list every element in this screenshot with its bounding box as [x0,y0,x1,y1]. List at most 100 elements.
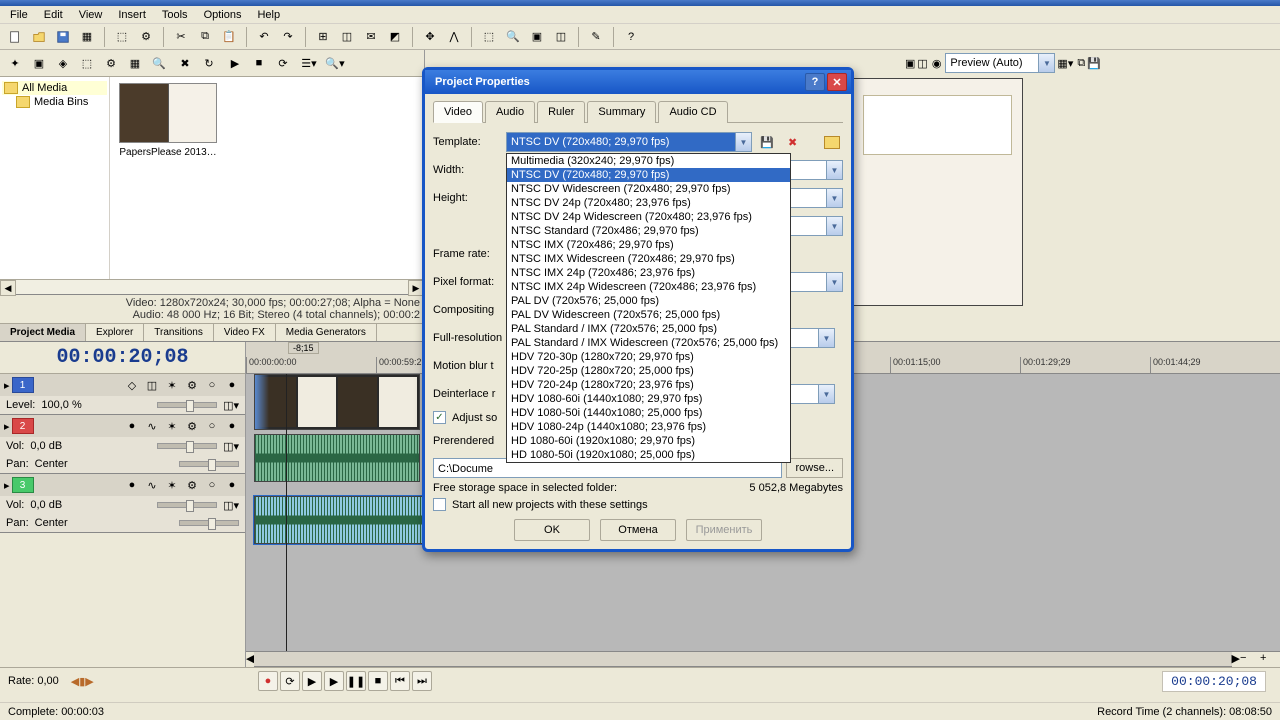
scroll-left-icon[interactable]: ◀ [0,280,16,296]
docktab-explorer[interactable]: Explorer [86,324,144,341]
zoom-out-icon[interactable]: − [1240,652,1260,667]
cut-icon[interactable]: ✂ [170,26,192,48]
browse-button[interactable]: rowse... [786,458,843,478]
pm-remove-icon[interactable]: ⬚ [76,52,98,74]
template-option[interactable]: HDV 1080-60i (1440x1080; 29,970 fps) [507,392,790,406]
pm-stop-icon[interactable]: ■ [248,52,270,74]
tree-all-media[interactable]: All Media [2,81,107,95]
redo-icon[interactable]: ↷ [277,26,299,48]
play-button[interactable]: ▶ [324,671,344,691]
pm-hscroll[interactable]: ◀ ▶ [0,279,424,295]
delete-template-icon[interactable]: ✖ [782,131,804,153]
undo-icon[interactable]: ↶ [253,26,275,48]
chevron-down-icon[interactable]: ▼ [818,329,834,347]
track-expand-icon[interactable]: ▸ [4,420,10,433]
template-option[interactable]: PAL Standard / IMX Widescreen (720x576; … [507,336,790,350]
go-start-button[interactable]: ⏮ [390,671,410,691]
tab-ruler[interactable]: Ruler [537,101,585,123]
snap-icon[interactable]: ⊞ [312,26,334,48]
mute-icon[interactable]: ○ [203,376,221,394]
vol-slider[interactable] [157,443,217,449]
zoom-in-icon[interactable]: + [1260,652,1280,667]
dialog-close-button[interactable]: ✕ [827,73,847,91]
solo-icon[interactable]: ● [223,476,241,494]
lock-envelopes-icon[interactable]: ✉ [360,26,382,48]
bus-icon[interactable]: ◫▾ [223,499,239,512]
chevron-down-icon[interactable]: ▼ [826,217,842,235]
properties-icon[interactable]: ▦ [76,26,98,48]
fade-in-handle[interactable] [255,375,269,429]
pan-slider[interactable] [179,520,239,526]
template-combo[interactable]: NTSC DV (720x480; 29,970 fps) ▼ Multimed… [506,132,752,152]
help-icon[interactable]: ? [620,26,642,48]
menu-options[interactable]: Options [198,7,248,23]
template-option[interactable]: NTSC IMX 24p (720x486; 23,976 fps) [507,266,790,280]
pm-zoom-icon[interactable]: 🔍▾ [324,52,346,74]
render-icon[interactable]: ⬚ [111,26,133,48]
bypass-fx-icon[interactable]: ◇ [123,376,141,394]
track-expand-icon[interactable]: ▸ [4,479,10,492]
solo-icon[interactable]: ● [223,417,241,435]
brush-icon[interactable]: ✎ [585,26,607,48]
track-motion-icon[interactable]: ◫ [143,376,161,394]
preview-external-icon[interactable]: ◫ [917,57,927,70]
docktab-media-generators[interactable]: Media Generators [276,324,377,341]
invert-phase-icon[interactable]: ∿ [143,417,161,435]
template-option[interactable]: HDV 720-30p (1280x720; 29,970 fps) [507,350,790,364]
preview-copy-snapshot-icon[interactable]: ⧉ [1077,57,1085,70]
template-option[interactable]: HD 1080-50i (1920x1080; 25,000 fps) [507,448,790,462]
pan-slider[interactable] [179,461,239,467]
cancel-button[interactable]: Отмена [600,519,676,541]
preview-quality-dropdown[interactable]: Preview (Auto) ▼ [945,53,1055,73]
play-from-start-button[interactable]: ▶ [302,671,322,691]
template-option[interactable]: NTSC IMX Widescreen (720x486; 29,970 fps… [507,252,790,266]
template-option[interactable]: PAL DV (720x576; 25,000 fps) [507,294,790,308]
playhead[interactable] [286,374,287,651]
audio-clip[interactable] [254,434,420,482]
go-end-button[interactable]: ⏭ [412,671,432,691]
marker-tool-icon[interactable]: ▣ [526,26,548,48]
pm-get-media-icon[interactable]: ◈ [52,52,74,74]
template-option[interactable]: NTSC DV 24p (720x480; 23,976 fps) [507,196,790,210]
loop-button[interactable]: ⟳ [280,671,300,691]
start-new-checkbox[interactable] [433,498,446,511]
track-expand-icon[interactable]: ▸ [4,379,10,392]
bus-icon[interactable]: ◫▾ [223,440,239,453]
match-media-icon[interactable] [821,131,843,153]
docktab-project-media[interactable]: Project Media [0,324,86,341]
ignore-event-grouping-icon[interactable]: ◩ [384,26,406,48]
tab-audio[interactable]: Audio [485,101,535,123]
timeline-hscroll[interactable]: ◀ ▶ − + [246,651,1280,667]
envelope-tool-icon[interactable]: ⋀ [443,26,465,48]
template-option[interactable]: HD 1080-60i (1920x1080; 29,970 fps) [507,434,790,448]
template-option[interactable]: PAL Standard / IMX (720x576; 25,000 fps) [507,322,790,336]
arm-record-icon[interactable]: ● [123,476,141,494]
level-slider[interactable] [157,402,217,408]
pm-view-mode-icon[interactable]: ☰▾ [298,52,320,74]
track-fx-icon[interactable]: ⚙ [183,476,201,494]
stop-button[interactable]: ■ [368,671,388,691]
automation-icon[interactable]: ✶ [163,417,181,435]
menu-tools[interactable]: Tools [156,7,194,23]
track-number[interactable]: 2 [12,418,34,434]
preview-fx-icon[interactable]: ◉ [932,57,942,70]
tree-media-bins[interactable]: Media Bins [2,95,107,109]
track-fx-icon[interactable]: ⚙ [183,417,201,435]
template-option[interactable]: Multimedia (320x240; 29,970 fps) [507,154,790,168]
tab-audio-cd[interactable]: Audio CD [658,101,727,123]
scroll-right-icon[interactable]: ▶ [1232,652,1240,667]
preview-device-icon[interactable]: ▣ [905,57,915,70]
template-option[interactable]: HD 1080-24p (1920x1080; 23,976 fps) [507,462,790,463]
chevron-down-icon[interactable]: ▼ [826,161,842,179]
solo-icon[interactable]: ● [223,376,241,394]
media-thumb[interactable]: PapersPlease 2013… [116,83,220,158]
pm-properties-icon[interactable]: ⚙ [100,52,122,74]
menu-file[interactable]: File [4,7,34,23]
dialog-titlebar[interactable]: Project Properties ? ✕ [425,70,851,94]
paste-icon[interactable]: 📋 [218,26,240,48]
adjust-checkbox[interactable]: ✓ [433,411,446,424]
template-option[interactable]: HDV 1080-50i (1440x1080; 25,000 fps) [507,406,790,420]
track-fx-icon[interactable]: ⚙ [183,376,201,394]
chevron-down-icon[interactable]: ▼ [818,385,834,403]
template-option[interactable]: NTSC DV Widescreen (720x480; 29,970 fps) [507,182,790,196]
